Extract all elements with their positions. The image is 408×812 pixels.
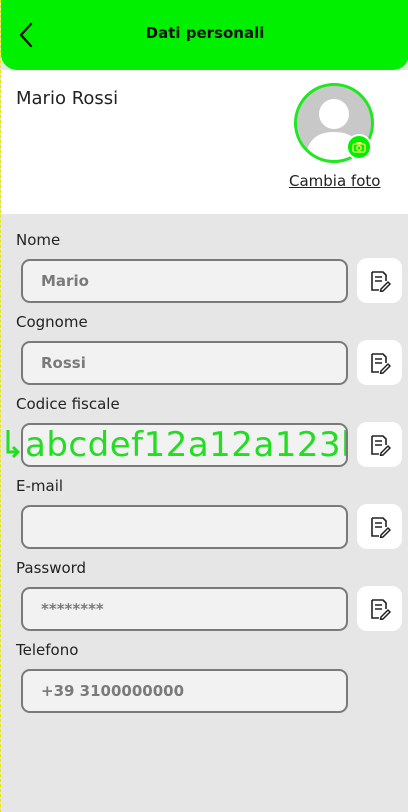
email-field[interactable] (21, 505, 348, 549)
edit-document-icon (370, 598, 391, 620)
page-title: Dati personali (145, 24, 265, 42)
profile-name: Mario Rossi (16, 88, 119, 109)
edit-nome-button[interactable] (357, 258, 402, 303)
field-label-email: E-mail (16, 477, 64, 495)
app-header: Dati personali (1, 0, 408, 70)
arrow-down-right-icon (6, 430, 21, 459)
field-label-telefono: Telefono (16, 641, 79, 659)
edit-document-icon (370, 434, 391, 456)
edit-password-button[interactable] (357, 586, 402, 631)
cognome-field[interactable]: Rossi (21, 341, 348, 385)
codice-fiscale-field[interactable]: abcdef12a12a123b (21, 423, 348, 467)
camera-icon (352, 142, 366, 153)
password-field[interactable]: ******** (21, 587, 348, 631)
profile-card: Mario Rossi Cambia foto (1, 70, 408, 214)
change-photo-badge[interactable] (346, 134, 372, 160)
field-label-codice-fiscale: Codice fiscale (16, 395, 120, 413)
edit-cognome-button[interactable] (357, 340, 402, 385)
edit-codice-fiscale-button[interactable] (357, 422, 402, 467)
edit-email-button[interactable] (357, 504, 402, 549)
field-label-cognome: Cognome (16, 313, 88, 331)
edit-document-icon (370, 270, 391, 292)
edit-document-icon (370, 516, 391, 538)
change-photo-link[interactable]: Cambia foto (289, 172, 380, 190)
edit-document-icon (370, 352, 391, 374)
field-label-nome: Nome (16, 231, 61, 249)
nome-field[interactable]: Mario (21, 259, 348, 303)
field-label-password: Password (16, 559, 87, 577)
telefono-field[interactable]: +39 3100000000 (21, 669, 348, 713)
